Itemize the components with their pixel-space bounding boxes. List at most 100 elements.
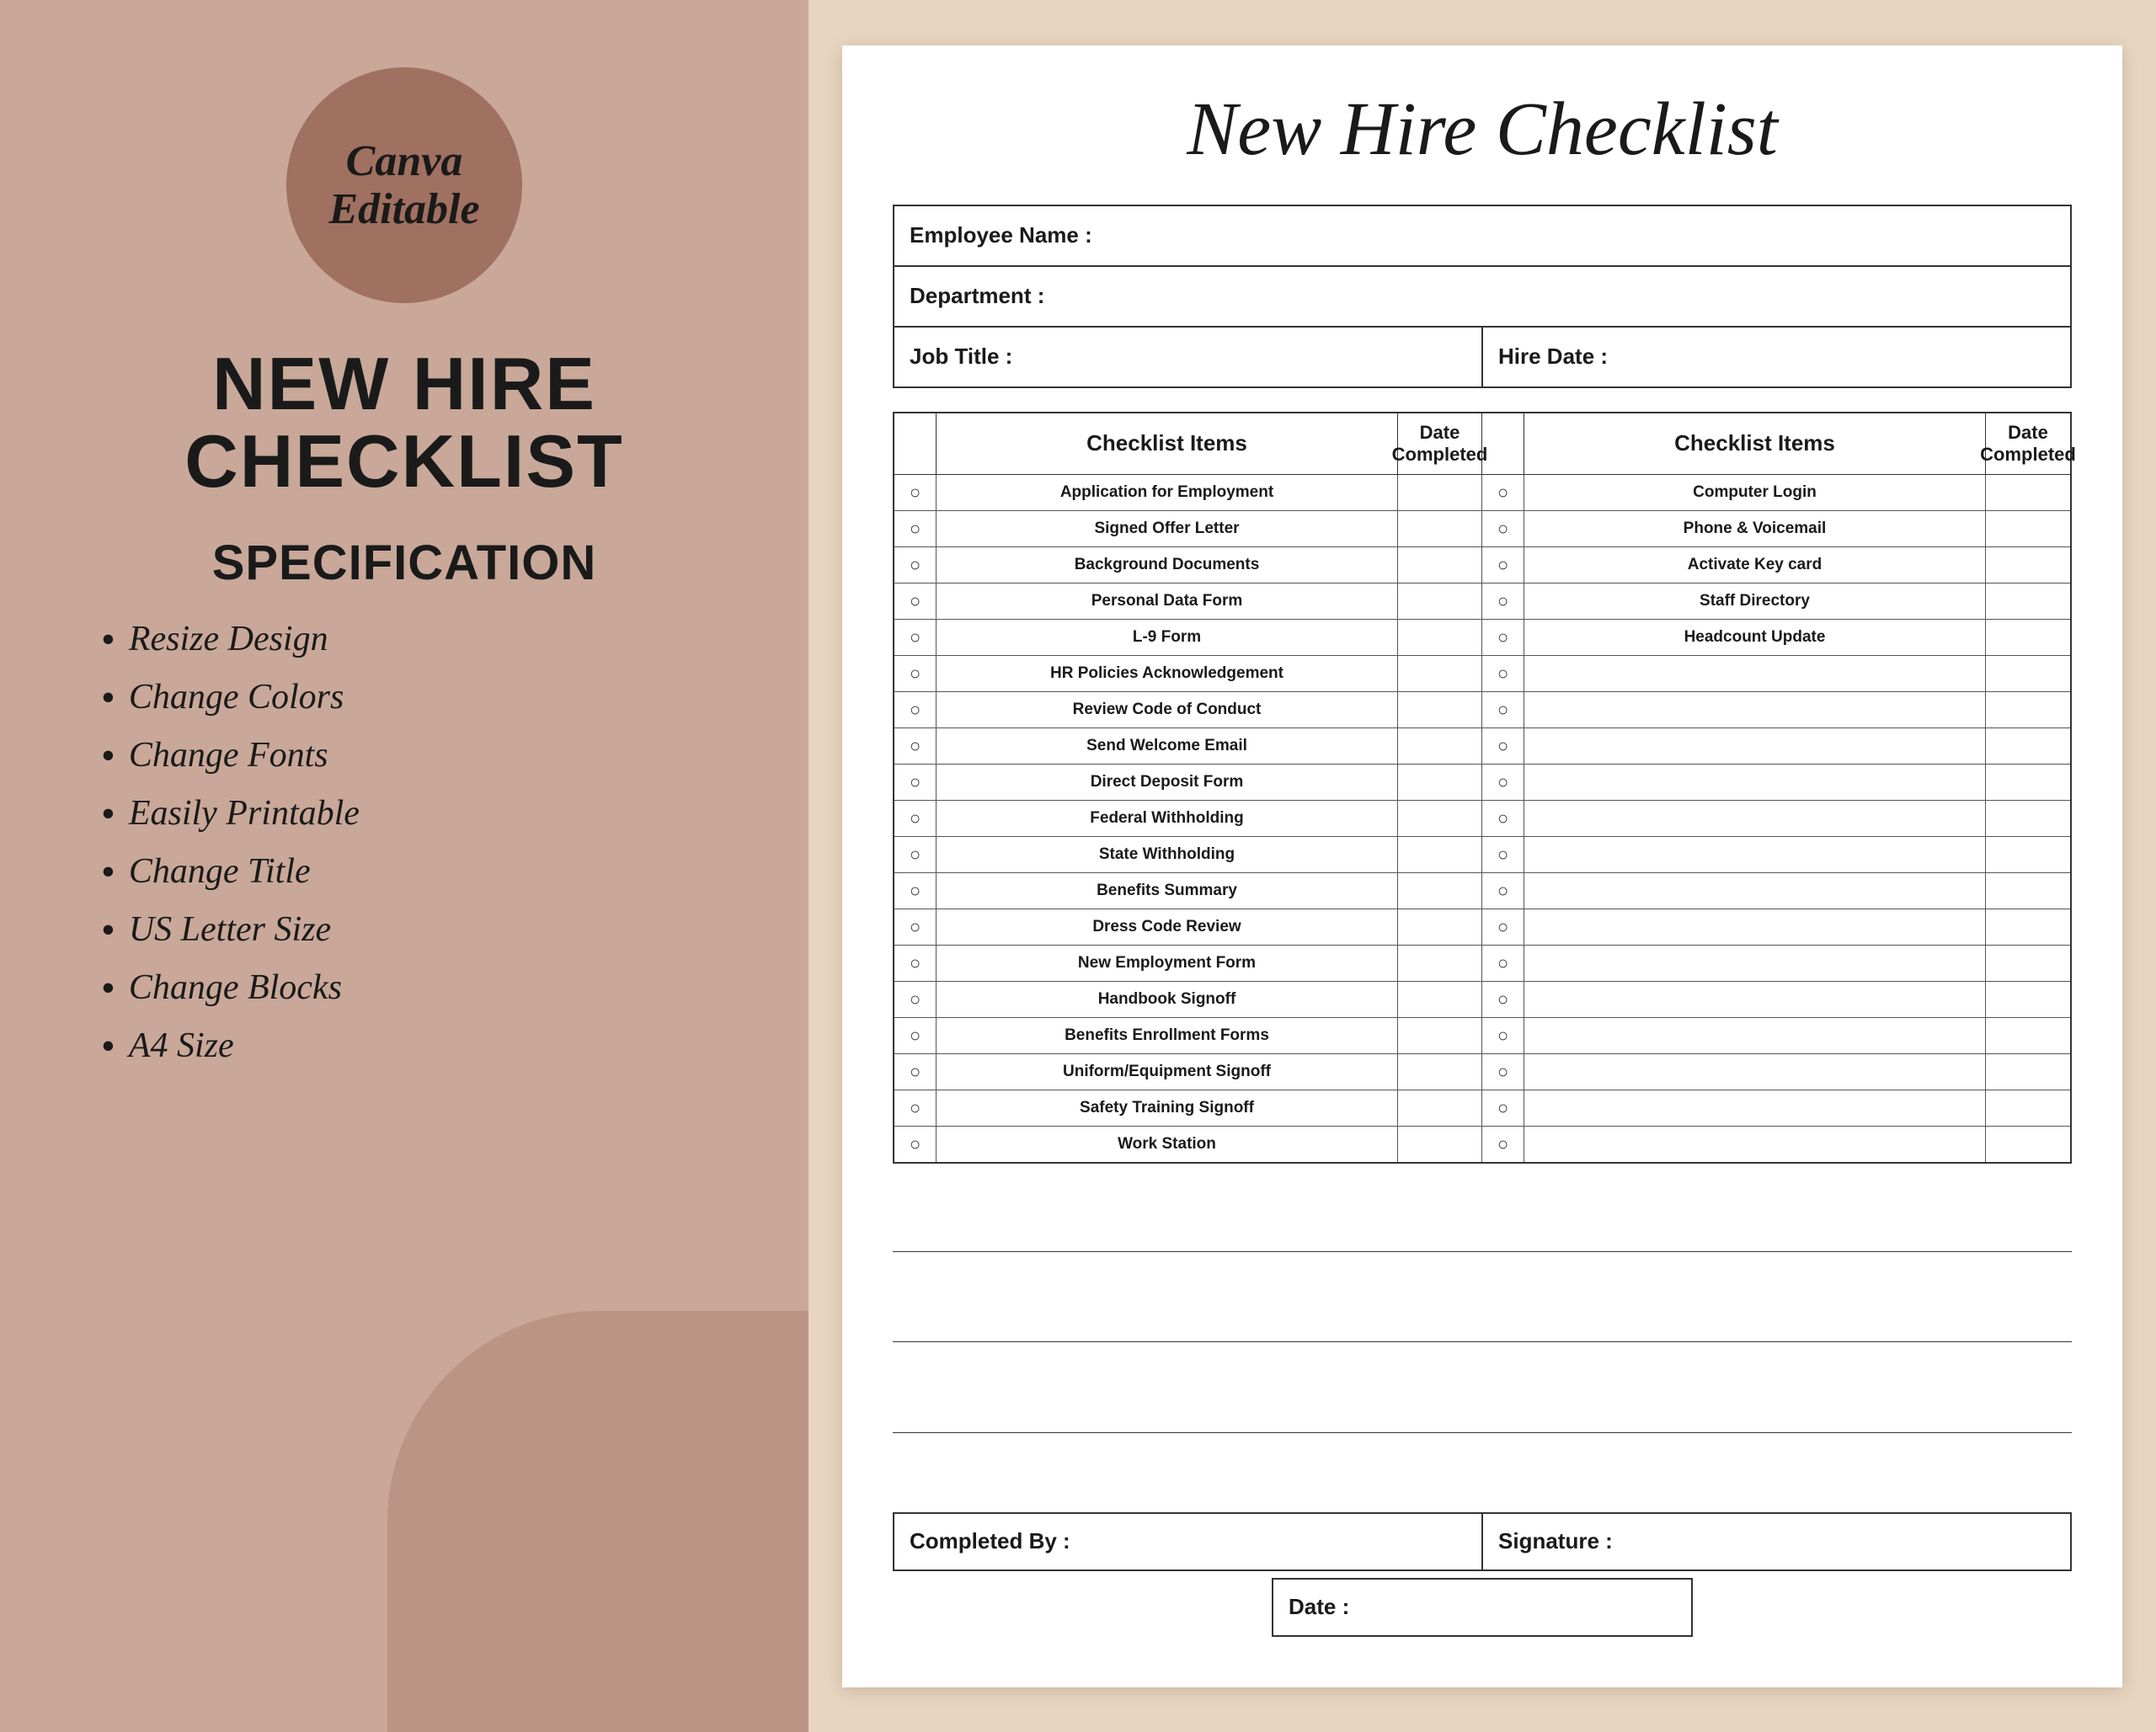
date-cell[interactable]: [1398, 873, 1482, 909]
check-circle[interactable]: ○: [1482, 1018, 1524, 1053]
date-cell[interactable]: [1398, 1018, 1482, 1053]
check-circle[interactable]: ○: [1482, 475, 1524, 510]
checklist-row: ○ Signed Offer Letter ○ Phone & Voicemai…: [894, 511, 2070, 547]
check-circle[interactable]: ○: [894, 475, 937, 510]
date-cell[interactable]: [1986, 692, 2070, 727]
completed-by-field[interactable]: Completed By :: [893, 1512, 1483, 1571]
date-field[interactable]: Date :: [1272, 1578, 1693, 1637]
check-circle[interactable]: ○: [894, 511, 937, 546]
check-circle[interactable]: ○: [894, 692, 937, 727]
date-cell[interactable]: [1986, 511, 2070, 546]
date-cell[interactable]: [1986, 909, 2070, 945]
check-circle[interactable]: ○: [894, 1018, 937, 1053]
check-circle[interactable]: ○: [894, 837, 937, 872]
date-cell[interactable]: [1398, 1054, 1482, 1090]
date-cell[interactable]: [1986, 584, 2070, 619]
check-circle[interactable]: ○: [1482, 801, 1524, 836]
checklist-row: ○ Federal Withholding ○: [894, 801, 2070, 837]
check-circle[interactable]: ○: [1482, 728, 1524, 764]
check-circle[interactable]: ○: [894, 909, 937, 945]
date-cell[interactable]: [1986, 1090, 2070, 1126]
date-cell[interactable]: [1398, 1127, 1482, 1162]
check-circle[interactable]: ○: [894, 584, 937, 619]
check-circle[interactable]: ○: [894, 946, 937, 981]
checklist-row: ○ Handbook Signoff ○: [894, 982, 2070, 1018]
department-row: Department :: [893, 265, 2072, 328]
date-cell[interactable]: [1398, 547, 1482, 583]
check-circle[interactable]: ○: [1482, 982, 1524, 1017]
date-cell[interactable]: [1398, 511, 1482, 546]
left-item: Background Documents: [937, 547, 1398, 583]
date-cell[interactable]: [1986, 765, 2070, 800]
header-circle-left: [894, 413, 937, 476]
check-circle[interactable]: ○: [1482, 946, 1524, 981]
date-cell[interactable]: [1986, 547, 2070, 583]
hire-date-field[interactable]: Hire Date :: [1483, 328, 2070, 386]
date-cell[interactable]: [1986, 801, 2070, 836]
check-circle[interactable]: ○: [1482, 656, 1524, 691]
check-circle[interactable]: ○: [894, 1127, 937, 1162]
date-cell[interactable]: [1986, 873, 2070, 909]
spec-item: Easily Printable: [101, 791, 758, 837]
check-circle[interactable]: ○: [1482, 547, 1524, 583]
date-cell[interactable]: [1986, 656, 2070, 691]
check-circle[interactable]: ○: [894, 728, 937, 764]
check-circle[interactable]: ○: [894, 982, 937, 1017]
date-cell[interactable]: [1398, 801, 1482, 836]
date-cell[interactable]: [1398, 656, 1482, 691]
check-circle[interactable]: ○: [1482, 873, 1524, 909]
date-cell[interactable]: [1986, 475, 2070, 510]
left-item: New Employment Form: [937, 946, 1398, 981]
date-cell[interactable]: [1398, 584, 1482, 619]
spec-item: Change Fonts: [101, 733, 758, 779]
check-circle[interactable]: ○: [1482, 584, 1524, 619]
main-title: NEW HIRECHECKLIST: [184, 345, 624, 501]
checklist-header: Checklist Items DateCompleted Checklist …: [894, 413, 2070, 476]
check-circle[interactable]: ○: [1482, 692, 1524, 727]
department-field[interactable]: Department :: [894, 267, 2070, 326]
check-circle[interactable]: ○: [894, 801, 937, 836]
check-circle[interactable]: ○: [894, 656, 937, 691]
date-cell[interactable]: [1986, 728, 2070, 764]
date-cell[interactable]: [1398, 765, 1482, 800]
date-cell[interactable]: [1986, 982, 2070, 1017]
date-cell[interactable]: [1398, 692, 1482, 727]
date-cell[interactable]: [1398, 909, 1482, 945]
check-circle[interactable]: ○: [1482, 837, 1524, 872]
check-circle[interactable]: ○: [1482, 909, 1524, 945]
date-cell[interactable]: [1398, 728, 1482, 764]
date-cell[interactable]: [1986, 620, 2070, 655]
check-circle[interactable]: ○: [894, 620, 937, 655]
date-cell[interactable]: [1986, 1018, 2070, 1053]
check-circle[interactable]: ○: [1482, 765, 1524, 800]
date-cell[interactable]: [1398, 946, 1482, 981]
check-circle[interactable]: ○: [1482, 1127, 1524, 1162]
check-circle[interactable]: ○: [1482, 1054, 1524, 1090]
date-cell[interactable]: [1986, 837, 2070, 872]
left-item: HR Policies Acknowledgement: [937, 656, 1398, 691]
check-circle[interactable]: ○: [1482, 1090, 1524, 1126]
date-cell[interactable]: [1986, 1054, 2070, 1090]
job-title-field[interactable]: Job Title :: [894, 328, 1483, 386]
date-cell[interactable]: [1398, 475, 1482, 510]
date-cell[interactable]: [1398, 982, 1482, 1017]
check-circle[interactable]: ○: [894, 1090, 937, 1126]
employee-name-field[interactable]: Employee Name :: [894, 206, 2070, 265]
check-circle[interactable]: ○: [894, 873, 937, 909]
check-circle[interactable]: ○: [1482, 511, 1524, 546]
check-circle[interactable]: ○: [894, 765, 937, 800]
date-cell[interactable]: [1986, 1127, 2070, 1162]
check-circle[interactable]: ○: [1482, 620, 1524, 655]
checklist-row: ○ L-9 Form ○ Headcount Update: [894, 620, 2070, 656]
header-items-right: Checklist Items: [1524, 413, 1986, 476]
check-circle[interactable]: ○: [894, 1054, 937, 1090]
signature-field[interactable]: Signature :: [1481, 1512, 2072, 1571]
date-cell[interactable]: [1398, 837, 1482, 872]
left-item: Safety Training Signoff: [937, 1090, 1398, 1126]
date-cell[interactable]: [1398, 620, 1482, 655]
date-cell[interactable]: [1986, 946, 2070, 981]
right-item: [1524, 909, 1986, 945]
right-item: [1524, 873, 1986, 909]
check-circle[interactable]: ○: [894, 547, 937, 583]
date-cell[interactable]: [1398, 1090, 1482, 1126]
